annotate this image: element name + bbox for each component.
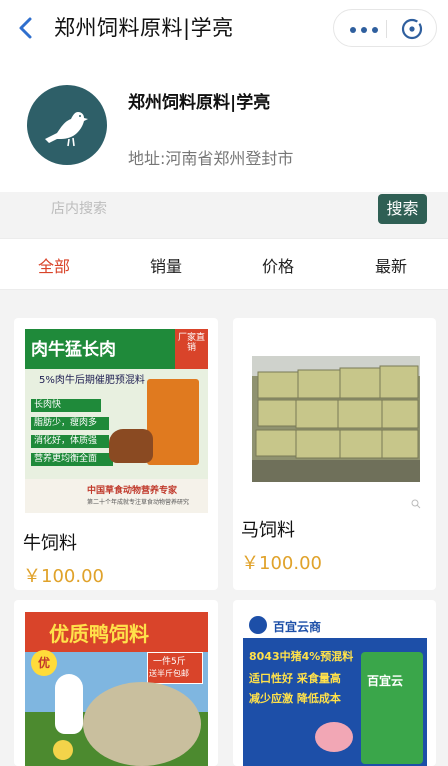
image-footnote: 第二十个年成就专注草食动物营养研究 [87, 499, 190, 506]
back-arrow-icon[interactable] [14, 14, 40, 42]
product-image-duck-feed: 优质鸭饲料 优 一件5斤 送半斤包邮 [25, 612, 208, 766]
shop-address: 地址:河南省郑州登封市 [128, 149, 294, 168]
image-bullet: 营养更均衡全面 [31, 453, 113, 466]
product-card[interactable]: 肉牛猛长肉 厂家直销 5%肉牛后期催肥预混料 长肉快 脂肪少，瘦肉多 消化好，体… [14, 318, 218, 590]
image-corner-badge: 厂家直销 [175, 329, 208, 369]
image-bullet: 脂肪少，瘦肉多 [31, 417, 109, 430]
cow-graphic [109, 429, 153, 463]
search-input[interactable] [35, 194, 380, 224]
product-card[interactable]: 马饲料 ￥100.00 [233, 318, 436, 590]
feed-bag-graphic [361, 652, 423, 764]
image-tag-line2: 送半斤包邮 [149, 669, 189, 678]
brand-logo-icon [249, 616, 267, 634]
search-button[interactable]: 搜索 [378, 194, 427, 224]
search-bar: 搜索 [0, 192, 448, 238]
search-box [35, 194, 380, 224]
tab-sales[interactable]: 销量 [150, 253, 182, 277]
product-name: 马饲料 [241, 520, 295, 541]
capsule-divider [386, 20, 387, 38]
image-headline: 8043中猪4%预混料 [249, 650, 354, 663]
image-footer-text: 中国草食动物营养专家 [87, 486, 178, 496]
tab-all[interactable]: 全部 [38, 253, 70, 277]
image-tag-line1: 一件5斤 [153, 657, 186, 667]
product-name: 牛饲料 [23, 533, 77, 554]
image-line1: 适口性好 采食量高 [249, 672, 341, 685]
duck-graphic [55, 674, 83, 734]
image-headline: 优质鸭饲料 [49, 622, 149, 646]
more-options-icon[interactable] [350, 27, 378, 33]
product-image-pig-premix: 百宜云商 8043中猪4%预混料 适口性好 采食量高 减少应激 降低成本 百宜云 [243, 612, 427, 766]
image-brand: 百宜云商 [273, 620, 322, 634]
image-subtitle: 5%肉牛后期催肥预混料 [39, 375, 145, 386]
shop-name: 郑州饲料原料|学亮 [128, 93, 271, 113]
pig-graphic [315, 722, 353, 752]
close-mini-program-icon[interactable] [400, 17, 424, 41]
product-image-hay-bales [252, 356, 420, 482]
top-nav-bar: 郑州饲料原料|学亮 [0, 0, 448, 56]
image-badge: 优 [31, 650, 57, 676]
product-price: ￥100.00 [23, 566, 104, 587]
product-price: ￥100.00 [241, 553, 322, 574]
shop-logo-pigeon-icon [27, 85, 107, 165]
sort-tabs: 全部 销量 价格 最新 [0, 238, 448, 290]
bag-label: 百宜云 [367, 674, 404, 688]
page-title: 郑州饲料原料|学亮 [54, 16, 234, 40]
tab-newest[interactable]: 最新 [375, 253, 407, 277]
feed-bag-graphic [147, 379, 199, 465]
image-line2: 减少应激 降低成本 [249, 692, 341, 705]
image-headline: 肉牛猛长肉 [31, 340, 116, 360]
shop-header: 郑州饲料原料|学亮 地址:河南省郑州登封市 [0, 56, 448, 192]
feed-pellets-graphic [83, 682, 201, 766]
product-card[interactable]: 百宜云商 8043中猪4%预混料 适口性好 采食量高 减少应激 降低成本 百宜云 [233, 600, 436, 766]
tab-price[interactable]: 价格 [262, 253, 294, 277]
image-bullet: 消化好，体质强 [31, 435, 109, 448]
product-image-cattle-feed: 肉牛猛长肉 厂家直销 5%肉牛后期催肥预混料 长肉快 脂肪少，瘦肉多 消化好，体… [25, 329, 208, 513]
product-card[interactable]: 优质鸭饲料 优 一件5斤 送半斤包邮 [14, 600, 218, 766]
zoom-icon [411, 494, 421, 509]
duckling-graphic [53, 740, 73, 760]
image-bullet: 长肉快 [31, 399, 101, 412]
mini-program-capsule [333, 9, 437, 47]
